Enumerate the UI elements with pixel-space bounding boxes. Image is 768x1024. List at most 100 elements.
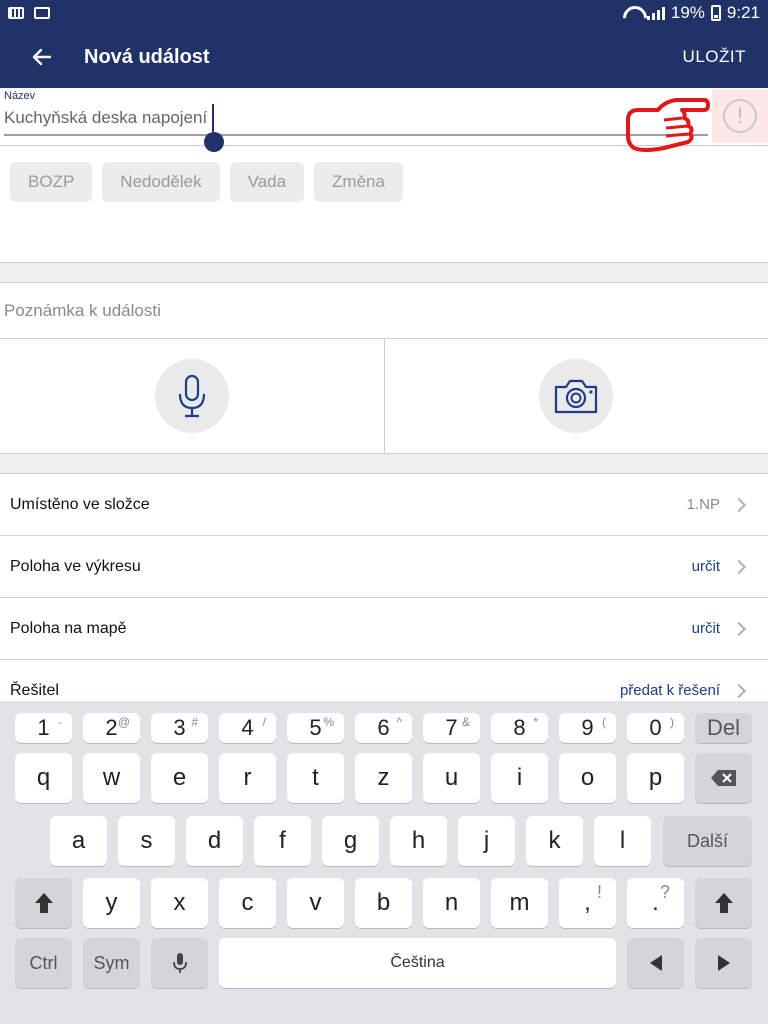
battery-icon (710, 5, 721, 21)
key-label: k (548, 827, 561, 854)
key-letter[interactable]: h (390, 816, 447, 866)
chip-vada[interactable]: Vada (229, 162, 305, 202)
status-bar: 19% 9:21 (0, 0, 768, 26)
list-item-drawing-position[interactable]: Poloha ve výkresu určit (0, 536, 768, 598)
shift-icon (714, 893, 733, 913)
key-digit[interactable]: 3 # (151, 713, 208, 743)
key-secondary: # (191, 715, 198, 729)
key-shift-right[interactable] (695, 878, 752, 928)
key-label: 3 (173, 715, 186, 740)
key-letter[interactable]: j (458, 816, 515, 866)
key-letter[interactable]: x (151, 878, 208, 928)
key-secondary: / (262, 715, 266, 729)
key-letter[interactable]: d (186, 816, 243, 866)
chip-zmena[interactable]: Změna (314, 162, 403, 202)
key-letter[interactable]: b (355, 878, 412, 928)
key-arrow-right[interactable] (695, 938, 752, 988)
key-letter[interactable]: s (118, 816, 175, 866)
key-secondary: & (461, 715, 470, 729)
key-label: n (444, 889, 459, 916)
key-arrow-left[interactable] (627, 938, 684, 988)
key-space[interactable]: Čeština (219, 938, 616, 988)
validation-warning[interactable]: ! (712, 89, 768, 143)
key-label: p (648, 764, 663, 791)
note-input[interactable]: Poznámka k události (0, 283, 768, 339)
key-label: m (509, 889, 530, 916)
key-ctrl[interactable]: Ctrl (15, 938, 72, 988)
key-label: 5 (309, 715, 322, 740)
key-digit[interactable]: 0) (627, 713, 684, 743)
key-letter[interactable]: l (594, 816, 651, 866)
key-letter[interactable]: e (151, 753, 208, 803)
key-digit[interactable]: 1- (15, 713, 72, 743)
key-digit[interactable]: 2 @ (83, 713, 140, 743)
chevron-right-icon (731, 683, 747, 698)
key-label: 1 (37, 715, 50, 740)
key-letter[interactable]: r (219, 753, 276, 803)
key-voice-input[interactable] (151, 938, 208, 988)
key-secondary: - (58, 715, 62, 729)
key-digit[interactable]: 7 & (423, 713, 480, 743)
key-digit[interactable]: 6 ^ (355, 713, 412, 743)
key-letter[interactable]: n (423, 878, 480, 928)
cursor-handle[interactable] (204, 132, 224, 152)
key-shift-left[interactable] (15, 878, 72, 928)
list-item-folder[interactable]: Umístěno ve složce 1.NP (0, 474, 768, 536)
key-letter[interactable]: i (491, 753, 548, 803)
key-digit[interactable]: 9( (559, 713, 616, 743)
list-item-label: Umístěno ve složce (10, 495, 150, 513)
key-letter[interactable]: g (322, 816, 379, 866)
key-letter[interactable]: v (287, 878, 344, 928)
key-label: g (343, 827, 358, 854)
list-item-label: Řešitel (10, 681, 59, 699)
key-letter[interactable]: a (50, 816, 107, 866)
key-label: r (243, 764, 252, 791)
wifi-icon (623, 6, 641, 20)
key-label: q (36, 764, 51, 791)
backspace-icon (710, 770, 736, 786)
key-letter[interactable]: f (254, 816, 311, 866)
key-letter[interactable]: y (83, 878, 140, 928)
key-sym[interactable]: Sym (83, 938, 140, 988)
shift-icon (34, 893, 53, 913)
name-input[interactable]: Kuchyňská deska napojení (4, 106, 708, 136)
key-period[interactable]: . ? (627, 878, 684, 928)
key-del[interactable]: Del (695, 713, 752, 743)
key-label: 9 (581, 715, 594, 740)
key-digit[interactable]: 4/ (219, 713, 276, 743)
key-label: 6 (377, 715, 390, 740)
key-backspace[interactable] (695, 753, 752, 803)
key-secondary: ^ (396, 715, 402, 729)
key-label: t (312, 764, 319, 791)
chip-bozp[interactable]: BOZP (10, 162, 93, 202)
category-chips: BOZP Nedodělek Vada Změna (10, 162, 403, 202)
key-digit[interactable]: 8 * (491, 713, 548, 743)
text-cursor (212, 104, 214, 132)
section-divider-2 (0, 453, 768, 474)
key-secondary: ( (602, 715, 606, 729)
chip-nedodelek[interactable]: Nedodělek (102, 162, 220, 202)
key-letter[interactable]: q (15, 753, 72, 803)
record-voice-button[interactable] (154, 359, 229, 433)
take-photo-button[interactable] (539, 359, 614, 433)
key-letter[interactable]: o (559, 753, 616, 803)
key-letter[interactable]: z (355, 753, 412, 803)
list-item-map-position[interactable]: Poloha na mapě určit (0, 598, 768, 660)
key-letter[interactable]: u (423, 753, 480, 803)
save-button[interactable]: ULOŽIT (683, 47, 746, 67)
key-next[interactable]: Další (663, 816, 752, 866)
key-letter[interactable]: w (83, 753, 140, 803)
back-button[interactable] (0, 26, 84, 88)
key-digit[interactable]: 5% (287, 713, 344, 743)
key-comma[interactable]: , ! (559, 878, 616, 928)
key-letter[interactable]: c (219, 878, 276, 928)
key-letter[interactable]: k (526, 816, 583, 866)
camera-icon (555, 379, 598, 414)
key-letter[interactable]: m (491, 878, 548, 928)
voice-note-cell (0, 339, 384, 453)
key-label: l (619, 827, 626, 854)
key-secondary: % (323, 715, 334, 729)
section-divider (0, 262, 768, 283)
key-letter[interactable]: p (627, 753, 684, 803)
key-letter[interactable]: t (287, 753, 344, 803)
